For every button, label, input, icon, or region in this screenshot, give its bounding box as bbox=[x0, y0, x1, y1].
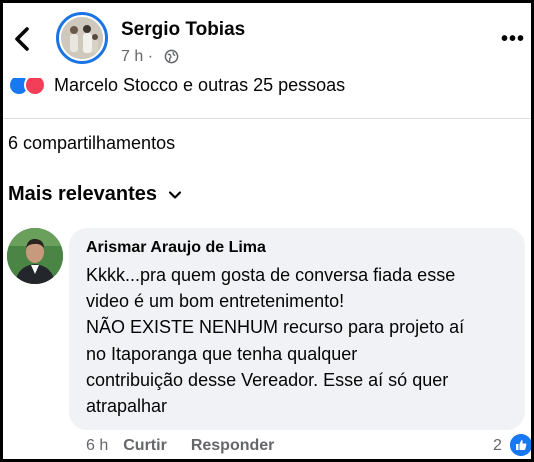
screenshot-border bbox=[0, 0, 534, 462]
